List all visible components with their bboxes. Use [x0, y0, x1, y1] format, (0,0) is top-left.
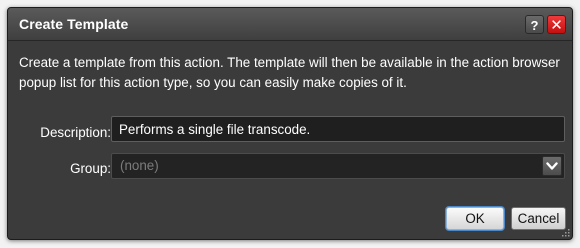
group-selected-value: (none)	[120, 158, 159, 173]
close-icon[interactable]: ✕	[547, 15, 566, 34]
help-icon[interactable]: ?	[525, 15, 544, 34]
description-label: Description:	[40, 125, 111, 140]
ok-button[interactable]: OK	[446, 207, 504, 230]
group-label: Group:	[70, 161, 111, 176]
cancel-button[interactable]: Cancel	[511, 207, 566, 230]
group-select[interactable]: (none)	[111, 153, 565, 179]
dialog-titlebar[interactable]: Create Template ? ✕	[8, 8, 572, 41]
dialog-message: Create a template from this action. The …	[19, 55, 560, 90]
dialog-title: Create Template	[19, 16, 129, 32]
description-field[interactable]	[111, 116, 565, 142]
resize-grip-icon[interactable]	[560, 227, 570, 237]
create-template-dialog: Create Template ? ✕ Create a template fr…	[7, 7, 573, 240]
chevron-down-icon[interactable]	[542, 156, 562, 176]
